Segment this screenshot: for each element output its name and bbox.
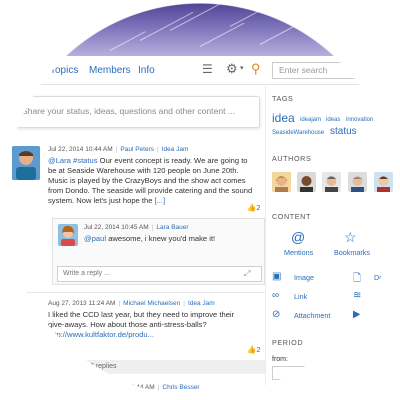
post-author[interactable]: Chris Besser <box>162 384 199 391</box>
post-divider <box>13 292 265 293</box>
mention-link[interactable]: @Lara <box>48 156 71 165</box>
post-link[interactable]: http://www.kultfaktor.de/produ... <box>48 330 266 340</box>
tag-link[interactable]: SeasideWarehouse <box>272 130 324 136</box>
post-date: Jul 22, 2014 10:44 AM <box>90 384 155 391</box>
mentions-link[interactable]: Mentions <box>284 248 313 257</box>
like-count: 2 <box>256 345 261 354</box>
search-icon[interactable]: ⚲ <box>251 61 261 77</box>
like-count: 2 <box>256 203 261 212</box>
avatar[interactable] <box>374 172 393 192</box>
reply-meta: Jul 22, 2014 10:45 AM | Lara Bauer <box>84 224 189 231</box>
post-line: give-aways. How about those anti-stress-… <box>48 320 207 329</box>
paperclip-icon[interactable]: ⊘ <box>272 309 280 320</box>
content-heading: CONTENT <box>272 212 311 221</box>
post-line: from Dondo. The seaside will provide cat… <box>48 186 253 195</box>
gear-icon[interactable]: ⚙ <box>226 61 238 77</box>
thumbs-up-icon: 👍 <box>247 345 257 354</box>
hashtag-link[interactable]: #status <box>73 156 97 165</box>
tag-link[interactable]: ideas <box>326 117 340 123</box>
avatar[interactable] <box>272 172 291 192</box>
post-line: Music is played by the CrazyBoys and the… <box>48 176 246 185</box>
post-line: system. Now let's just hope the <box>48 196 153 205</box>
replies-count: 3 replies <box>90 363 117 370</box>
header-banner <box>0 0 400 56</box>
mention-link[interactable]: @paul <box>84 234 106 243</box>
image-icon[interactable]: ▣ <box>272 271 281 282</box>
from-date-input[interactable] <box>272 366 334 380</box>
avatar[interactable] <box>348 172 367 192</box>
chevron-down-icon[interactable]: ▾ <box>240 64 244 72</box>
read-more-link[interactable]: [...] <box>155 196 166 205</box>
post-author[interactable]: Paul Peters <box>120 146 154 153</box>
nav-topics[interactable]: Topics <box>50 65 78 76</box>
post-meta: Jul 22, 2014 10:44 AM | Chris Besser <box>90 384 200 391</box>
like-button[interactable]: 👍2 <box>247 345 261 354</box>
status-composer[interactable]: Share your status, ideas, questions and … <box>13 96 260 128</box>
avatar[interactable] <box>297 172 316 192</box>
avatar[interactable] <box>322 172 341 192</box>
link-icon[interactable]: ∞ <box>272 290 279 301</box>
like-button[interactable]: 👍2 <box>247 203 261 212</box>
image-filter[interactable]: Image <box>294 273 314 282</box>
post-author[interactable]: Michael Michaelsen <box>123 300 180 307</box>
reply-date: Jul 22, 2014 10:45 AM <box>84 224 149 231</box>
expand-icon[interactable]: ⤢ <box>244 269 250 279</box>
tag-link[interactable]: idea <box>272 111 295 125</box>
period-heading: PERIOD <box>272 338 304 347</box>
post-date: Jul 22, 2014 10:44 AM <box>48 146 113 153</box>
reply-text: awesome, i knew you'd make it! <box>108 234 216 243</box>
document-filter[interactable]: Do <box>374 273 383 282</box>
reply-author[interactable]: Lara Bauer <box>156 224 188 231</box>
tag-link[interactable]: ideajam <box>300 117 321 123</box>
post-meta: Aug 27, 2013 11:24 AM | Michael Michaelsen… <box>48 300 215 307</box>
post-meta: Jul 22, 2014 10:44 AM | Paul Peters | Idea J… <box>48 146 189 153</box>
link-filter[interactable]: Link <box>294 292 307 301</box>
post-line: I liked the CCD last year, but they need… <box>48 310 235 319</box>
tag-link[interactable]: status <box>330 126 357 137</box>
document-icon[interactable]: 🗋 <box>353 271 361 288</box>
post-group[interactable]: Idea Jam <box>162 146 189 153</box>
play-icon[interactable]: ▶ <box>353 309 361 320</box>
post-line: Our event concept is ready. We are going… <box>99 156 248 165</box>
avatar[interactable] <box>58 224 78 246</box>
composer-placeholder: Share your status, ideas, questions and … <box>22 106 236 116</box>
wave-icon[interactable]: ≋ <box>353 290 361 301</box>
at-sign-icon[interactable]: @ <box>291 229 305 245</box>
attachment-filter[interactable]: Attachment <box>294 311 330 320</box>
tag-link[interactable]: innovation <box>346 117 373 123</box>
thumbs-up-icon: 👍 <box>247 203 257 212</box>
bookmarks-link[interactable]: Bookmarks <box>334 248 370 257</box>
nav-info[interactable]: Info <box>138 65 155 76</box>
post-group[interactable]: Idea Jam <box>188 300 215 307</box>
reply-input[interactable]: Write a reply ... <box>57 266 262 282</box>
post-date: Aug 27, 2013 11:24 AM <box>48 300 116 307</box>
post-body: I liked the CCD last year, but they need… <box>48 310 266 340</box>
avatar[interactable] <box>12 146 40 180</box>
nav-members[interactable]: Members <box>89 65 131 76</box>
authors-heading: AUTHORS <box>272 154 312 163</box>
from-label: from: <box>272 356 288 363</box>
tags-heading: TAGS <box>272 94 294 103</box>
reply-body: @paul awesome, i knew you'd make it! <box>84 234 215 244</box>
star-icon[interactable]: ☆ <box>344 229 357 246</box>
app-screen: Topics Members Info ☰ ⚙ ▾ ⚲ Enter search… <box>0 0 400 400</box>
post-body: @Lara #status Our event concept is ready… <box>48 156 266 206</box>
post-line: be at Seaside Warehouse with 120 people … <box>48 166 239 175</box>
column-divider <box>265 84 266 400</box>
replies-toggle[interactable]: 3 replies <box>60 360 265 374</box>
search-input[interactable]: Enter search <box>272 62 362 79</box>
list-view-icon[interactable]: ☰ <box>202 62 213 76</box>
